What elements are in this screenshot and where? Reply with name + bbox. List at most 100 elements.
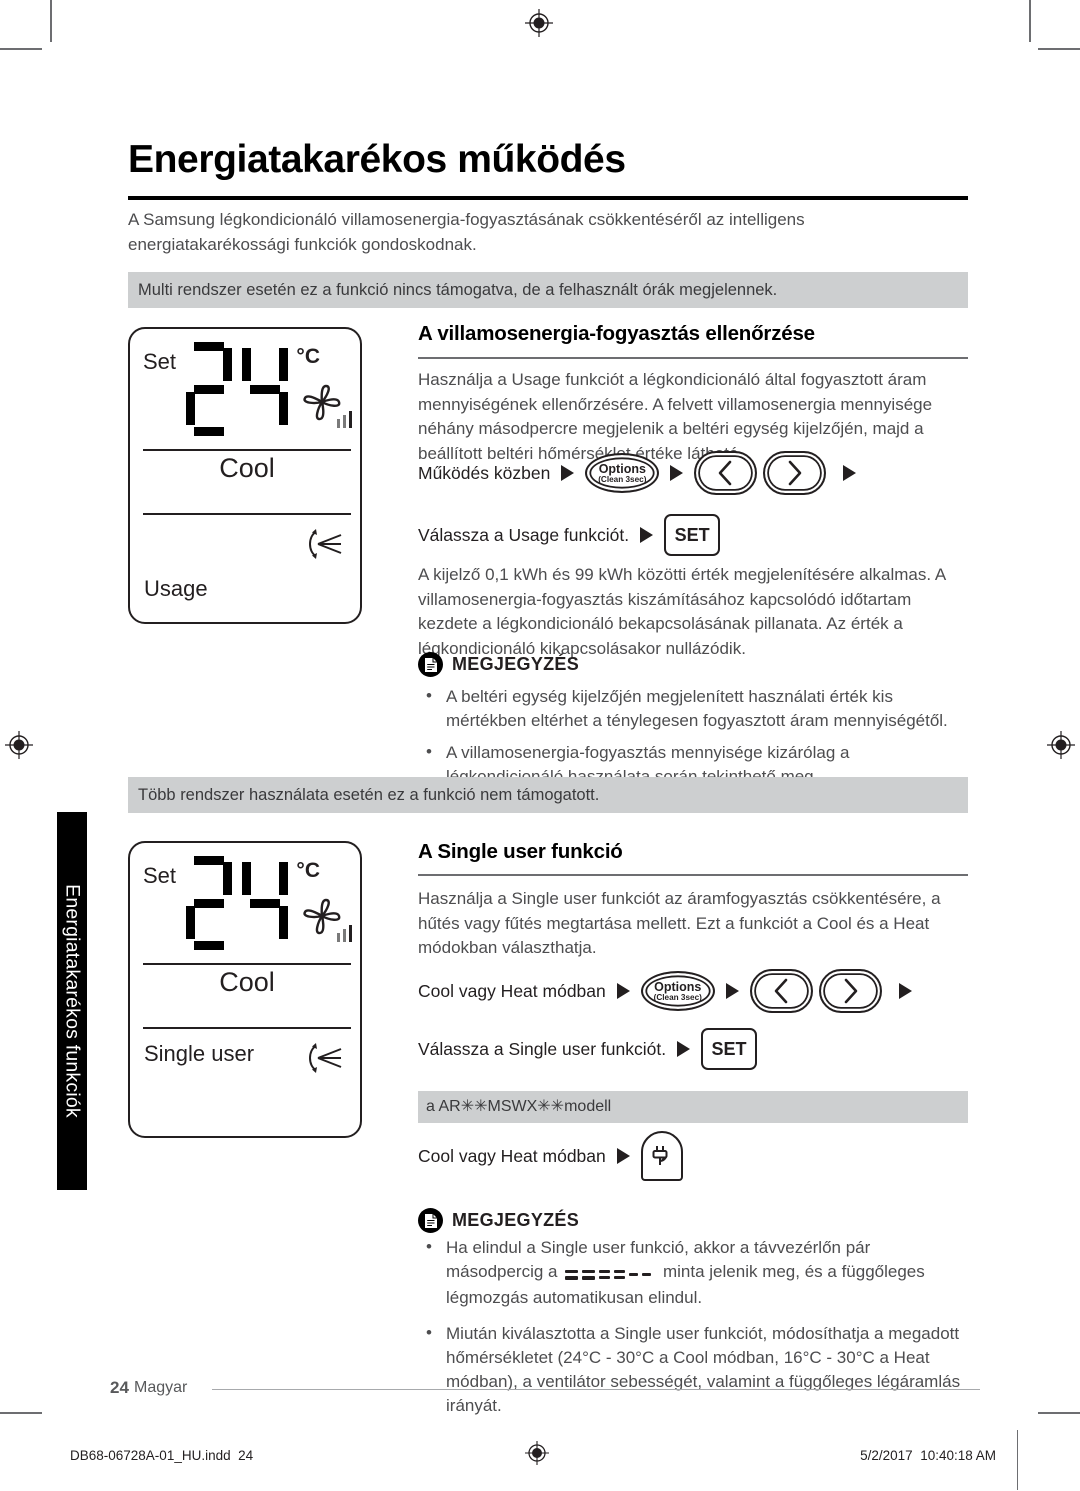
eco-plug-button[interactable] xyxy=(640,1131,683,1181)
arrow-marker-icon xyxy=(640,527,654,543)
notice-band-model: a AR✳✳MSWX✳✳modell xyxy=(418,1091,968,1123)
chevron-right-icon xyxy=(844,978,858,1004)
lcd-temperature-digits xyxy=(186,856,296,952)
crop-mark-top-right-v xyxy=(1029,0,1031,42)
lcd-temperature-digits xyxy=(186,342,296,438)
single-user-step-row-3: Cool vagy Heat módban xyxy=(418,1131,683,1181)
options-button[interactable]: Options (Clean 3sec) xyxy=(585,453,660,493)
lcd-display-usage: Set °C Cool Usage xyxy=(128,327,362,624)
print-file-name: DB68-06728A-01_HU.indd 24 xyxy=(70,1448,253,1463)
page-title: Energiatakarékos működés xyxy=(128,138,626,181)
notice-band-multi-system: Multi rendszer esetén ez a funkció nincs… xyxy=(128,272,968,308)
seven-segment-digit-4 xyxy=(242,342,288,436)
left-arrow-button[interactable] xyxy=(694,451,758,495)
seven-segment-digit-4 xyxy=(242,856,288,950)
note-list-single-user: Ha elindul a Single user funkció, akkor … xyxy=(418,1235,970,1426)
lcd-divider-1 xyxy=(143,449,351,451)
page-number: 24 xyxy=(110,1378,129,1397)
page-language: Magyar xyxy=(134,1379,188,1396)
arrow-marker-icon xyxy=(616,983,630,999)
note-header-usage: MEGJEGYZÉS xyxy=(418,652,579,677)
usage-step1-label: Működés közben xyxy=(418,462,551,483)
options-button[interactable]: Options (Clean 3sec) xyxy=(640,971,715,1011)
seven-segment-digit-2 xyxy=(186,342,232,436)
single-user-step-row-2: Válassza a Single user funkciót. SET xyxy=(418,1026,758,1072)
usage-paragraph-2: A kijelző 0,1 kWh és 99 kWh közötti érté… xyxy=(418,565,946,658)
single-user-step3-label: Cool vagy Heat módban xyxy=(418,1145,606,1166)
usage-step-row-2: Válassza a Usage funkciót. SET xyxy=(418,512,721,558)
arrow-marker-icon xyxy=(843,465,857,481)
registration-mark-right xyxy=(1046,730,1076,760)
notice-band-multi-system-2: Több rendszer használata esetén ez a fun… xyxy=(128,777,968,813)
lcd-unit-celsius: °C xyxy=(296,345,320,368)
chapter-side-tab: Energiatakarékos funkciók xyxy=(57,812,87,1190)
crop-mark-bottom-left-h xyxy=(0,1412,42,1414)
chevron-left-icon xyxy=(719,460,732,486)
lcd-function-label: Single user xyxy=(144,1041,255,1066)
crop-mark-top-right-h xyxy=(1038,48,1080,50)
vertical-swing-icon xyxy=(304,527,344,561)
print-timestamp: 5/2/2017 10:40:18 AM xyxy=(860,1448,996,1463)
options-button-label: Options xyxy=(598,461,646,476)
note-item: Miután kiválasztotta a Single user funkc… xyxy=(418,1321,970,1418)
options-button-sublabel: (Clean 3sec) xyxy=(598,474,647,484)
arrow-marker-icon xyxy=(616,1148,630,1164)
print-date: 5/2/2017 xyxy=(860,1448,913,1463)
lcd-mode-label: Cool xyxy=(219,967,275,997)
seven-segment-digit-2 xyxy=(186,856,232,950)
lcd-mode-label: Cool xyxy=(219,453,275,483)
section-rule-usage xyxy=(418,357,968,359)
arrow-marker-icon xyxy=(725,983,739,999)
right-arrow-button[interactable] xyxy=(818,969,882,1013)
crop-mark-bottom-right-h xyxy=(1038,1412,1080,1414)
options-button-sublabel: (Clean 3sec) xyxy=(653,992,702,1002)
single-user-paragraph-1: Használja a Single user funkciót az áram… xyxy=(418,889,941,957)
lcd-divider-2 xyxy=(143,513,351,515)
registration-mark-top xyxy=(524,8,554,38)
single-user-step2-label: Válassza a Single user funkciót. xyxy=(418,1038,667,1059)
lcd-divider-2 xyxy=(143,1027,351,1029)
crop-mark-top-left-v xyxy=(50,0,52,42)
single-user-step1-label: Cool vagy Heat módban xyxy=(418,980,606,1001)
note-title-single-user: MEGJEGYZÉS xyxy=(452,1210,580,1230)
note-header-single-user: MEGJEGYZÉS xyxy=(418,1208,579,1233)
intro-paragraph: A Samsung légkondicionáló villamosenergi… xyxy=(128,210,805,254)
registration-mark-left xyxy=(4,730,34,760)
print-file-page: 24 xyxy=(238,1448,254,1463)
registration-mark-bottom xyxy=(524,1440,550,1466)
lcd-divider-1 xyxy=(143,963,351,965)
note-document-icon xyxy=(418,1208,443,1233)
arrow-marker-icon xyxy=(561,465,575,481)
single-user-step-row-1: Cool vagy Heat módban Options (Clean 3se… xyxy=(418,968,923,1014)
manual-page: Energiatakarékos funkciók Energiatakarék… xyxy=(0,0,1080,1491)
lcd-display-single-user: Set °C Cool Single user xyxy=(128,841,362,1138)
fan-speed-bars xyxy=(336,925,352,942)
lcd-set-label: Set xyxy=(143,863,177,888)
note-title-usage: MEGJEGYZÉS xyxy=(452,654,580,674)
note-document-icon xyxy=(418,652,443,677)
set-button[interactable]: SET xyxy=(664,514,721,556)
options-button-label: Options xyxy=(654,979,702,994)
arrow-marker-icon xyxy=(677,1041,691,1057)
vertical-swing-icon xyxy=(304,1041,344,1075)
usage-step-row-1: Működés közben Options (Clean 3sec) xyxy=(418,450,867,496)
arrow-marker-icon xyxy=(670,465,684,481)
title-rule xyxy=(128,196,968,200)
plug-leaf-icon xyxy=(652,1146,668,1165)
set-button[interactable]: SET xyxy=(701,1028,758,1070)
lcd-segment-pattern-icon xyxy=(565,1262,655,1286)
footer-rule xyxy=(212,1389,980,1391)
section-rule-single-user xyxy=(418,874,968,876)
crop-mark-top-left-h xyxy=(0,48,42,50)
lcd-unit-celsius: °C xyxy=(296,859,320,882)
print-file-name-text: DB68-06728A-01_HU.indd xyxy=(70,1448,231,1463)
left-arrow-button[interactable] xyxy=(749,969,813,1013)
arrow-marker-icon xyxy=(898,983,912,999)
footer-separator-line xyxy=(1016,1430,1018,1490)
right-arrow-button[interactable] xyxy=(763,451,827,495)
chevron-right-icon xyxy=(789,460,802,486)
chapter-side-tab-label: Energiatakarékos funkciók xyxy=(61,884,84,1118)
chevron-left-icon xyxy=(774,978,788,1004)
note-item-pattern: Ha elindul a Single user funkció, akkor … xyxy=(418,1235,970,1310)
fan-speed-bars xyxy=(336,411,352,428)
